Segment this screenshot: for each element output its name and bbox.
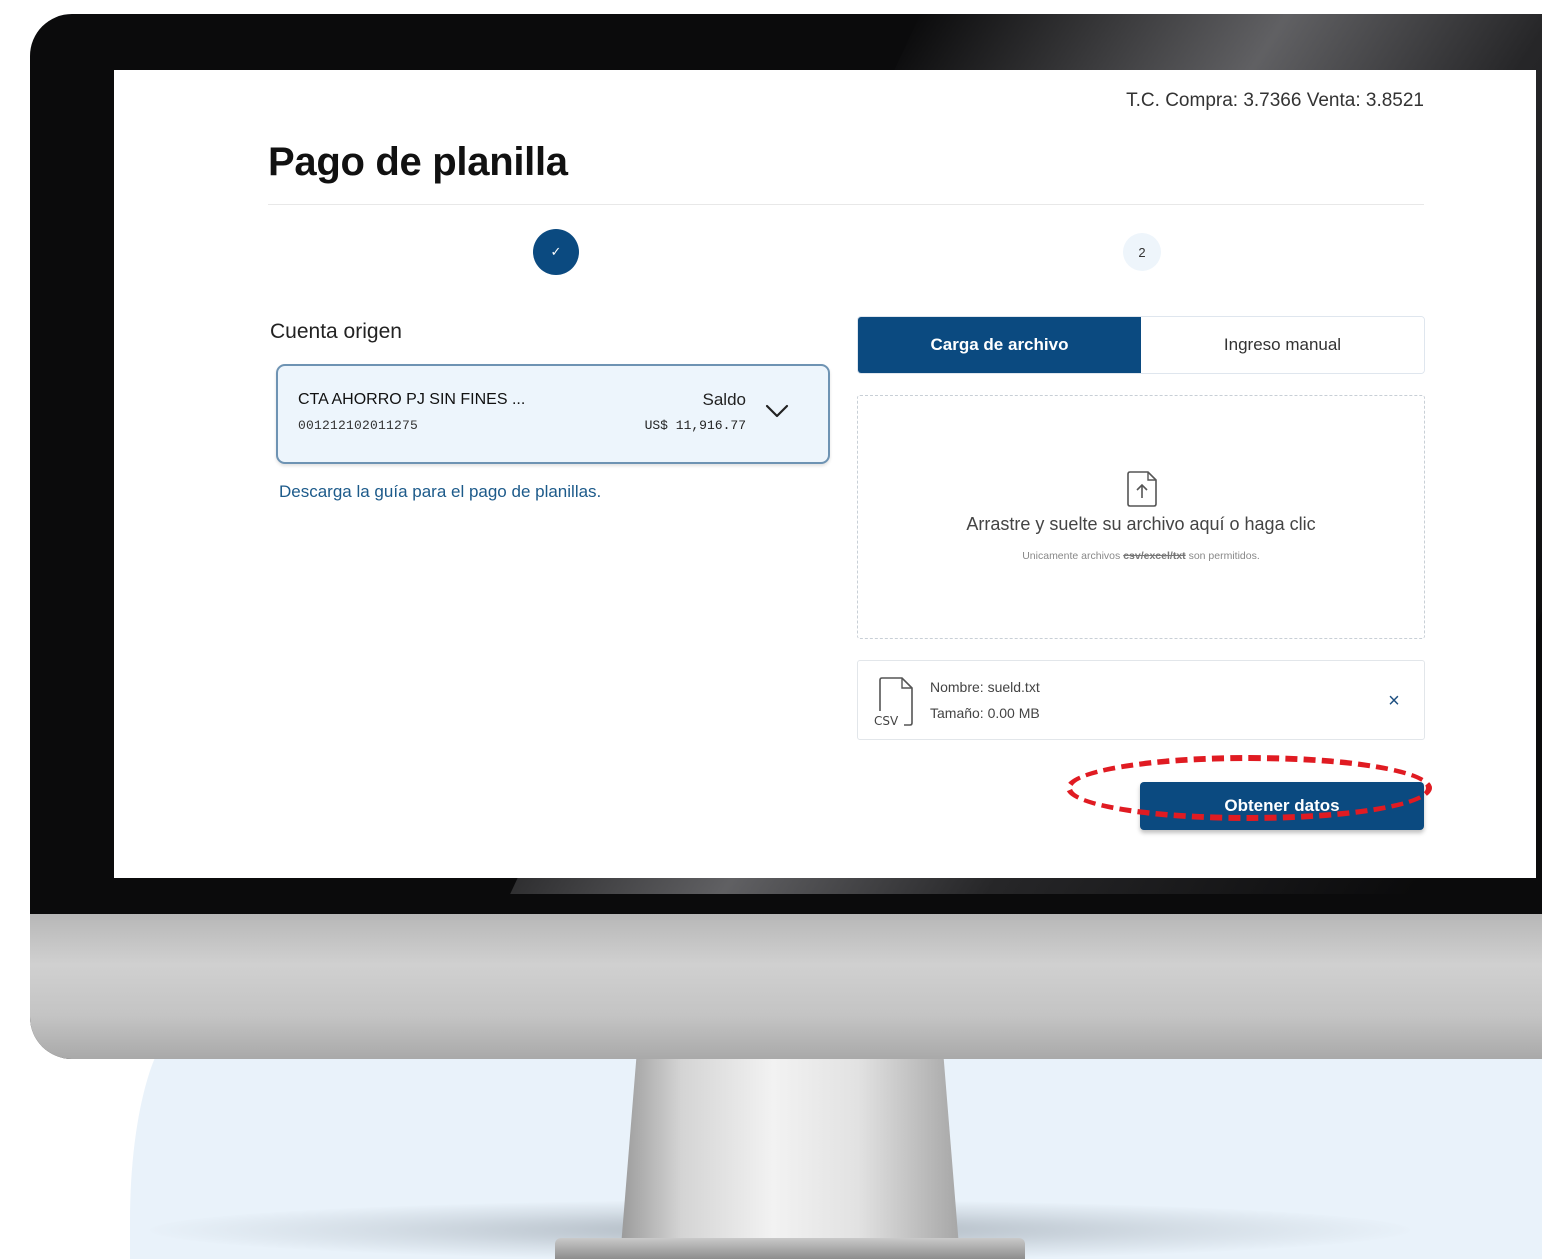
monitor-chin xyxy=(30,914,1542,1059)
file-name: Nombre: sueld.txt xyxy=(930,679,1040,695)
dropzone-sub-suffix: son permitidos. xyxy=(1185,550,1260,562)
close-icon[interactable]: × xyxy=(1382,689,1406,713)
app-screen: T.C. Compra: 3.7366 Venta: 3.8521 Pago d… xyxy=(114,70,1536,878)
stepper-step-1-complete: ✓ xyxy=(533,229,579,275)
tab-file-upload[interactable]: Carga de archivo xyxy=(858,317,1141,373)
file-size: Tamaño: 0.00 MB xyxy=(930,705,1040,721)
upload-mode-tabs: Carga de archivo Ingreso manual xyxy=(857,316,1425,374)
dropzone-formats: csv/excel/txt xyxy=(1123,550,1186,562)
monitor-stand-base xyxy=(555,1238,1025,1259)
dropzone-instructions: Arrastre y suelte su archivo aquí o haga… xyxy=(966,514,1316,534)
check-icon: ✓ xyxy=(550,244,562,259)
stepper-step-2: 2 xyxy=(1123,233,1161,271)
origin-account-select[interactable]: CTA AHORRO PJ SIN FINES ... 001212102011… xyxy=(276,364,830,464)
file-dropzone[interactable]: Arrastre y suelte su archivo aquí o haga… xyxy=(857,395,1425,639)
chevron-down-icon[interactable] xyxy=(762,396,792,426)
dropzone-sub-prefix: Unicamente archivos xyxy=(1022,550,1124,562)
monitor-frame: T.C. Compra: 3.7366 Venta: 3.8521 Pago d… xyxy=(30,14,1542,1059)
uploaded-file-item: CSV Nombre: sueld.txt Tamaño: 0.00 MB × xyxy=(857,660,1425,740)
download-guide-link[interactable]: Descarga la guía para el pago de planill… xyxy=(279,482,601,502)
csv-label: CSV xyxy=(874,714,899,728)
obtener-datos-button[interactable]: Obtener datos xyxy=(1140,782,1424,830)
balance-value: US$ 11,916.77 xyxy=(644,418,746,433)
upload-icon xyxy=(1127,471,1157,507)
dropzone-allowed-formats: Unicamente archivos csv/excel/txt son pe… xyxy=(858,550,1424,562)
step-number: 2 xyxy=(1138,244,1146,260)
account-name: CTA AHORRO PJ SIN FINES ... xyxy=(298,391,526,408)
monitor-stand xyxy=(620,1050,960,1259)
page-title: Pago de planilla xyxy=(268,140,568,184)
balance-label: Saldo xyxy=(702,390,746,409)
title-divider xyxy=(268,204,1424,205)
exchange-rate: T.C. Compra: 3.7366 Venta: 3.8521 xyxy=(1126,90,1424,111)
csv-file-icon: CSV xyxy=(872,677,913,728)
account-number: 001212102011275 xyxy=(298,418,419,433)
tab-manual-entry[interactable]: Ingreso manual xyxy=(1141,317,1424,373)
origin-account-label: Cuenta origen xyxy=(270,320,402,343)
